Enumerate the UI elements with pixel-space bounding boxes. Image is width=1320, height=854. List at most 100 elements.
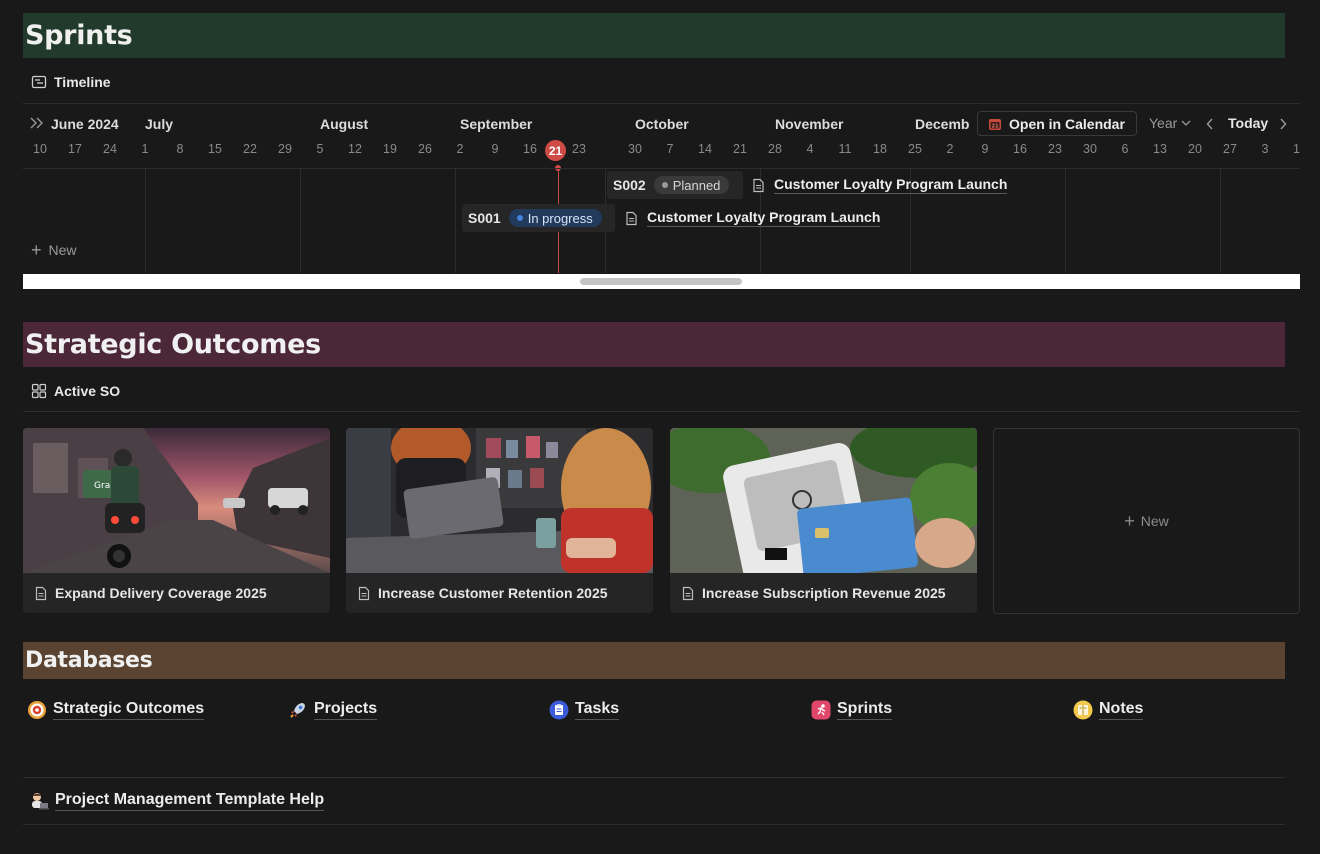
day-tick: 28	[768, 142, 782, 156]
page-icon	[35, 586, 47, 600]
day-tick: 21	[733, 142, 747, 156]
open-in-calendar-button[interactable]: 21 Open in Calendar	[977, 111, 1137, 136]
db-label: Notes	[1099, 700, 1144, 720]
gallery-icon	[31, 383, 47, 399]
day-tick: 2	[456, 142, 464, 156]
day-tick: 16	[523, 142, 537, 156]
svg-text:21: 21	[992, 123, 999, 129]
day-tick: 2	[946, 142, 954, 156]
month-label: Decemb	[915, 116, 970, 132]
day-tick: 7	[666, 142, 674, 156]
strategic-outcomes-header: Strategic Outcomes	[23, 322, 1285, 367]
chevron-right-icon[interactable]	[1279, 118, 1287, 130]
divider	[23, 824, 1285, 825]
db-link-sprints[interactable]: Sprints	[811, 700, 893, 720]
person-at-desk-icon	[32, 793, 49, 810]
new-label: New	[1140, 513, 1169, 529]
day-tick: 6	[1121, 142, 1129, 156]
chevron-down-icon	[1181, 120, 1191, 126]
today-button[interactable]: Today	[1228, 115, 1268, 131]
month-divider	[145, 169, 146, 273]
day-tick: 8	[176, 142, 184, 156]
db-link-tasks[interactable]: Tasks	[549, 700, 620, 720]
card-title-text: Expand Delivery Coverage 2025	[55, 585, 267, 601]
status-label: In progress	[527, 210, 593, 226]
db-label: Strategic Outcomes	[53, 700, 205, 720]
so-card[interactable]: Increase Subscription Revenue 2025	[670, 428, 977, 613]
day-tick: 1	[141, 142, 149, 156]
day-tick: 5	[316, 142, 324, 156]
timescale-value: Year	[1149, 115, 1178, 131]
horizontal-scrollbar[interactable]	[23, 274, 1300, 289]
chevron-left-icon[interactable]	[1206, 118, 1214, 130]
databases-header: Databases	[23, 642, 1285, 679]
day-tick: 17	[68, 142, 82, 156]
divider	[23, 777, 1285, 778]
db-label: Sprints	[837, 700, 893, 720]
day-tick: 22	[243, 142, 257, 156]
month-label: September	[460, 116, 533, 132]
card-title: Increase Customer Retention 2025	[357, 585, 608, 601]
timeline-view-tab[interactable]: Timeline	[31, 74, 111, 90]
plus-icon: +	[1124, 510, 1135, 531]
gallery-new-button[interactable]: + New	[993, 428, 1300, 614]
day-tick: 23	[1048, 142, 1062, 156]
sprint-title: Customer Loyalty Program Launch	[774, 176, 1008, 194]
page-icon	[682, 586, 694, 600]
db-label: Projects	[314, 700, 378, 720]
db-link-strategic-outcomes[interactable]: Strategic Outcomes	[27, 700, 205, 720]
running-icon	[811, 700, 831, 720]
db-link-projects[interactable]: Projects	[288, 700, 378, 720]
day-tick: 26	[418, 142, 432, 156]
databases-title: Databases	[25, 648, 153, 673]
sprint-title: Customer Loyalty Program Launch	[647, 209, 881, 227]
day-tick: 13	[1153, 142, 1167, 156]
page-icon	[753, 178, 764, 192]
month-label: October	[635, 116, 689, 132]
sprint-link[interactable]: Customer Loyalty Program Launch	[751, 176, 1008, 194]
day-tick: 14	[698, 142, 712, 156]
timescale-select[interactable]: Year	[1149, 115, 1191, 131]
sprint-link[interactable]: Customer Loyalty Program Launch	[624, 209, 881, 227]
status-badge: Planned	[653, 176, 730, 194]
divider	[23, 411, 1300, 412]
day-tick: 12	[348, 142, 362, 156]
rocket-icon	[290, 703, 305, 718]
month-divider	[1220, 169, 1221, 273]
db-link-notes[interactable]: Notes	[1073, 700, 1144, 720]
day-tick: 4	[806, 142, 814, 156]
timeline-new-button[interactable]: + New	[31, 241, 77, 259]
day-tick: 10	[33, 142, 47, 156]
day-tick: 23	[572, 142, 586, 156]
timeline-days: 1017241815222951219262916212330714212841…	[23, 142, 1300, 158]
sprint-id: S001	[468, 210, 501, 226]
day-tick: 15	[208, 142, 222, 156]
day-tick: 24	[103, 142, 117, 156]
card-title: Expand Delivery Coverage 2025	[34, 585, 267, 601]
day-tick: 16	[1013, 142, 1027, 156]
notebook-icon	[1073, 700, 1093, 720]
sprint-id: S002	[613, 177, 646, 193]
sprints-title: Sprints	[25, 20, 133, 51]
page-icon	[626, 211, 637, 225]
open-in-calendar-label: Open in Calendar	[1009, 115, 1125, 132]
timeline-bar-s001[interactable]: S001 In progress	[462, 204, 615, 232]
scrollbar-thumb[interactable]	[580, 278, 742, 285]
day-tick: 20	[1188, 142, 1202, 156]
day-tick: 3	[1261, 142, 1269, 156]
help-link[interactable]: Project Management Template Help	[29, 791, 325, 811]
day-tick: 19	[383, 142, 397, 156]
timeline-bar-s002[interactable]: S002 Planned	[607, 171, 743, 199]
card-cover-image	[346, 428, 653, 573]
status-dot	[516, 215, 523, 221]
card-cover-image	[670, 428, 977, 573]
so-card[interactable]: Increase Customer Retention 2025	[346, 428, 653, 613]
so-card[interactable]: Grab Expand Delivery Coverage 2025	[23, 428, 330, 613]
active-so-view-tab[interactable]: Active SO	[31, 383, 120, 399]
day-tick: 18	[873, 142, 887, 156]
page-icon	[358, 586, 370, 600]
month-label: November	[775, 116, 844, 132]
day-tick: 9	[981, 142, 989, 156]
day-tick: 29	[278, 142, 292, 156]
month-divider	[300, 169, 301, 273]
